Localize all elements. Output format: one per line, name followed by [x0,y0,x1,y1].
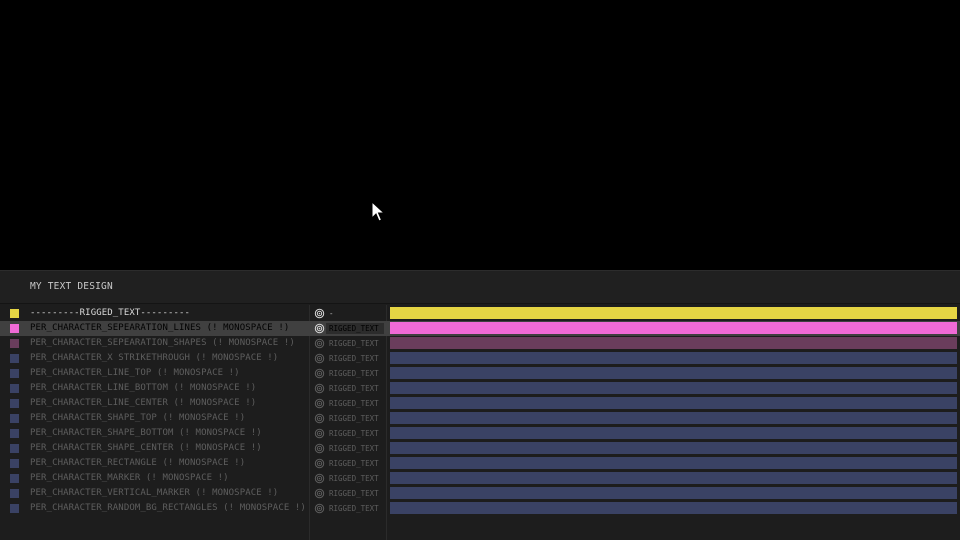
layer-row[interactable]: PER_CHARACTER_SHAPE_CENTER (! MONOSPACE … [0,441,960,456]
layer-name[interactable]: PER_CHARACTER_LINE_TOP (! MONOSPACE !) [30,368,240,379]
layer-name[interactable]: PER_CHARACTER_RANDOM_BG_RECTANGLES (! MO… [30,503,306,514]
parent-dropdown[interactable]: RIGGED_TEXT [326,413,384,424]
parent-dropdown[interactable]: RIGGED_TEXT [326,368,384,379]
parent-dropdown[interactable]: RIGGED_TEXT [326,473,384,484]
label-color-swatch[interactable] [10,429,19,438]
timeline-panel: MY TEXT DESIGN ---------RIGGED_TEXT-----… [0,270,960,540]
layer-duration-bar[interactable] [390,337,957,349]
pickwhip-icon[interactable] [314,443,325,454]
label-color-swatch[interactable] [10,339,19,348]
pickwhip-icon[interactable] [314,308,325,319]
layer-name[interactable]: PER_CHARACTER_SHAPE_TOP (! MONOSPACE !) [30,413,245,424]
layer-row[interactable]: PER_CHARACTER_SHAPE_BOTTOM (! MONOSPACE … [0,426,960,441]
pickwhip-icon[interactable] [314,323,325,334]
layer-duration-bar[interactable] [390,367,957,379]
label-color-swatch[interactable] [10,489,19,498]
pickwhip-icon[interactable] [314,398,325,409]
layer-duration-bar[interactable] [390,322,957,334]
label-color-swatch[interactable] [10,324,19,333]
layer-name[interactable]: PER_CHARACTER_LINE_CENTER (! MONOSPACE !… [30,398,256,409]
layer-name[interactable]: PER_CHARACTER_SEPEARATION_SHAPES (! MONO… [30,338,295,349]
layer-name[interactable]: PER_CHARACTER_MARKER (! MONOSPACE !) [30,473,229,484]
label-color-swatch[interactable] [10,474,19,483]
composition-header: MY TEXT DESIGN [0,271,960,304]
layer-name[interactable]: PER_CHARACTER_SEPEARATION_LINES (! MONOS… [30,323,289,334]
layer-row[interactable]: PER_CHARACTER_LINE_CENTER (! MONOSPACE !… [0,396,960,411]
layer-duration-bar[interactable] [390,307,957,319]
layer-name[interactable]: PER_CHARACTER_X STRIKETHROUGH (! MONOSPA… [30,353,278,364]
pickwhip-icon[interactable] [314,488,325,499]
parent-dropdown[interactable]: RIGGED_TEXT [326,353,384,364]
pickwhip-icon[interactable] [314,353,325,364]
label-color-swatch[interactable] [10,354,19,363]
layer-name[interactable]: PER_CHARACTER_LINE_BOTTOM (! MONOSPACE !… [30,383,256,394]
layer-duration-bar[interactable] [390,472,957,484]
layer-list: ---------RIGGED_TEXT--------- - PER_CHARAC… [0,305,960,540]
layer-row[interactable]: PER_CHARACTER_LINE_TOP (! MONOSPACE !) RI… [0,366,960,381]
layer-row[interactable]: PER_CHARACTER_X STRIKETHROUGH (! MONOSPA… [0,351,960,366]
pickwhip-icon[interactable] [314,368,325,379]
layer-duration-bar[interactable] [390,457,957,469]
layer-row[interactable]: PER_CHARACTER_RANDOM_BG_RECTANGLES (! MO… [0,501,960,516]
pickwhip-icon[interactable] [314,383,325,394]
parent-dropdown[interactable]: RIGGED_TEXT [326,428,384,439]
parent-dropdown[interactable]: RIGGED_TEXT [326,458,384,469]
parent-dropdown[interactable]: RIGGED_TEXT [326,503,384,514]
parent-dropdown[interactable]: - [326,308,384,319]
composition-title: MY TEXT DESIGN [30,281,113,292]
parent-dropdown[interactable]: RIGGED_TEXT [326,488,384,499]
pickwhip-icon[interactable] [314,413,325,424]
layer-row[interactable]: PER_CHARACTER_LINE_BOTTOM (! MONOSPACE !… [0,381,960,396]
layer-duration-bar[interactable] [390,442,957,454]
layer-row[interactable]: PER_CHARACTER_MARKER (! MONOSPACE !) RIGG… [0,471,960,486]
pickwhip-icon[interactable] [314,473,325,484]
label-color-swatch[interactable] [10,309,19,318]
layer-duration-bar[interactable] [390,397,957,409]
parent-dropdown[interactable]: RIGGED_TEXT [326,383,384,394]
parent-dropdown[interactable]: RIGGED_TEXT [326,338,384,349]
composition-viewer[interactable] [0,0,960,270]
parent-dropdown[interactable]: RIGGED_TEXT [326,323,384,334]
layer-row[interactable]: PER_CHARACTER_SEPEARATION_SHAPES (! MONO… [0,336,960,351]
label-color-swatch[interactable] [10,504,19,513]
layer-name[interactable]: PER_CHARACTER_RECTANGLE (! MONOSPACE !) [30,458,245,469]
layer-name[interactable]: ---------RIGGED_TEXT--------- [30,308,190,319]
layer-row[interactable]: PER_CHARACTER_VERTICAL_MARKER (! MONOSPA… [0,486,960,501]
layer-duration-bar[interactable] [390,487,957,499]
label-color-swatch[interactable] [10,369,19,378]
layer-name[interactable]: PER_CHARACTER_SHAPE_CENTER (! MONOSPACE … [30,443,262,454]
layer-duration-bar[interactable] [390,352,957,364]
label-color-swatch[interactable] [10,399,19,408]
label-color-swatch[interactable] [10,459,19,468]
pickwhip-icon[interactable] [314,458,325,469]
layer-row[interactable]: PER_CHARACTER_SEPEARATION_LINES (! MONOS… [0,321,960,336]
layer-name[interactable]: PER_CHARACTER_SHAPE_BOTTOM (! MONOSPACE … [30,428,262,439]
mouse-cursor-icon [371,201,385,222]
label-color-swatch[interactable] [10,444,19,453]
layer-row[interactable]: PER_CHARACTER_RECTANGLE (! MONOSPACE !) R… [0,456,960,471]
layer-row[interactable]: PER_CHARACTER_SHAPE_TOP (! MONOSPACE !) R… [0,411,960,426]
layer-row[interactable]: ---------RIGGED_TEXT--------- - [0,306,960,321]
layer-name[interactable]: PER_CHARACTER_VERTICAL_MARKER (! MONOSPA… [30,488,278,499]
parent-dropdown[interactable]: RIGGED_TEXT [326,398,384,409]
layer-duration-bar[interactable] [390,427,957,439]
pickwhip-icon[interactable] [314,428,325,439]
pickwhip-icon[interactable] [314,338,325,349]
layer-duration-bar[interactable] [390,382,957,394]
label-color-swatch[interactable] [10,414,19,423]
pickwhip-icon[interactable] [314,503,325,514]
parent-dropdown[interactable]: RIGGED_TEXT [326,443,384,454]
layer-duration-bar[interactable] [390,412,957,424]
label-color-swatch[interactable] [10,384,19,393]
layer-duration-bar[interactable] [390,502,957,514]
